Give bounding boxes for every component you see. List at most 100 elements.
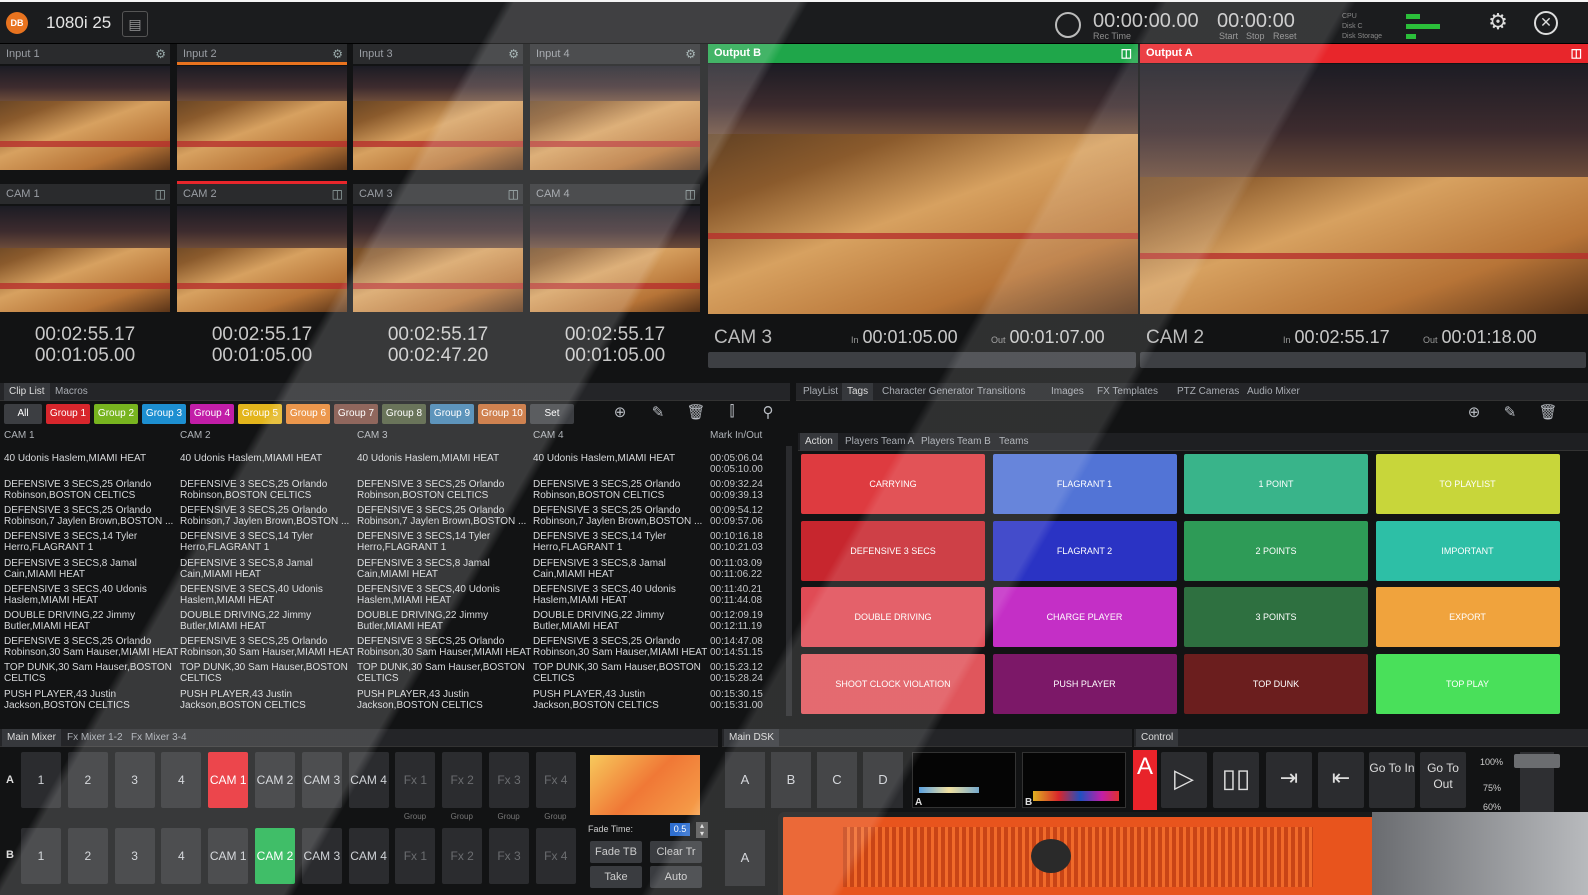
tag-button[interactable]: TO PLAYLIST [1375, 454, 1560, 514]
mixer-button[interactable]: Fx 1 [395, 828, 436, 884]
video-format[interactable]: 1080i 25 [46, 13, 111, 33]
tag-button[interactable]: SHOOT CLOCK VIOLATION [801, 653, 985, 714]
tag-button[interactable]: FLAGRANT 2 [992, 520, 1177, 581]
tag-button[interactable]: EXPORT [1375, 587, 1560, 647]
output-b-scrub-slider[interactable] [708, 352, 1136, 368]
mark-out-icon[interactable]: ⇤ [1318, 752, 1364, 808]
tag-button[interactable]: 1 POINT [1184, 454, 1368, 514]
clip-cell-line2[interactable]: Jackson,BOSTON CELTICS [533, 700, 707, 711]
clip-cell-line2[interactable]: Robinson,BOSTON CELTICS [180, 490, 354, 501]
mixer-button[interactable]: CAM 4 [348, 752, 389, 808]
tab-teams[interactable]: Teams [994, 433, 1033, 451]
clear-transition-button[interactable]: Clear Tr [650, 841, 702, 863]
trash-icon[interactable]: 🗑 [1536, 403, 1560, 421]
mark-in-icon[interactable]: ⇥ [1266, 752, 1312, 808]
stop-button[interactable]: Stop [1246, 31, 1265, 41]
tag-button[interactable]: 3 POINTS [1184, 587, 1368, 647]
tab-fx-templates[interactable]: FX Templates [1092, 383, 1163, 401]
clip-cell-line2[interactable]: Butler,MIAMI HEAT [4, 621, 178, 632]
gear-icon[interactable]: ⚙ [332, 44, 343, 64]
clip-cell[interactable]: TOP DUNK,30 Sam Hauser,BOSTON [533, 662, 707, 673]
tag-button[interactable]: TOP PLAY [1375, 653, 1560, 714]
clip-cell[interactable]: DEFENSIVE 3 SECS,14 Tyler [357, 531, 531, 542]
group-group-4[interactable]: Group 4 [190, 404, 234, 424]
trash-icon[interactable]: 🗑 [684, 403, 708, 421]
clip-cell[interactable]: PUSH PLAYER,43 Justin [4, 689, 178, 700]
clip-cell[interactable]: DEFENSIVE 3 SECS,25 Orlando [180, 636, 354, 647]
clip-cell[interactable]: 40 Udonis Haslem,MIAMI HEAT [357, 453, 531, 464]
clip-cell[interactable]: DEFENSIVE 3 SECS,40 Udonis [180, 584, 354, 595]
close-icon[interactable]: ✕ [1534, 11, 1558, 35]
record-button[interactable] [1055, 12, 1081, 38]
tag-button[interactable]: DOUBLE DRIVING [801, 587, 985, 647]
mixer-button[interactable]: Fx 3 [489, 828, 529, 884]
group-group-9[interactable]: Group 9 [430, 404, 474, 424]
gear-icon[interactable]: ⚙ [1484, 9, 1512, 35]
gear-icon[interactable]: ⚙ [155, 44, 166, 64]
clip-cell[interactable]: DEFENSIVE 3 SECS,14 Tyler [4, 531, 178, 542]
camera-icon[interactable]: ◫ [1571, 44, 1582, 63]
clip-cell[interactable]: 40 Udonis Haslem,MIAMI HEAT [180, 453, 354, 464]
clipboard-icon[interactable]: ▤ [122, 11, 148, 37]
mixer-button[interactable]: CAM 1 [208, 752, 249, 808]
group-group-7[interactable]: Group 7 [334, 404, 378, 424]
clip-cell[interactable]: DEFENSIVE 3 SECS,25 Orlando [180, 505, 354, 516]
tab-playlist[interactable]: PlayList [798, 383, 843, 401]
clip-cell-line2[interactable]: Herro,FLAGRANT 1 [357, 542, 531, 553]
clip-cell[interactable]: DEFENSIVE 3 SECS,8 Jamal [357, 558, 531, 569]
clip-cell-line2[interactable]: Herro,FLAGRANT 1 [533, 542, 707, 553]
clip-cell[interactable]: DEFENSIVE 3 SECS,8 Jamal [4, 558, 178, 569]
clip-cell[interactable]: DOUBLE DRIVING,22 Jimmy [533, 610, 707, 621]
clip-cell-line2[interactable]: Robinson,7 Jaylen Brown,BOSTON ... [4, 516, 178, 527]
search-icon[interactable]: ⚲ [756, 403, 780, 421]
mixer-button[interactable]: Fx 4 [535, 828, 576, 884]
clip-list-scrollbar[interactable] [786, 446, 792, 716]
add-icon[interactable]: ⊕ [608, 403, 632, 421]
camera-icon[interactable]: ◫ [508, 184, 519, 204]
clip-cell-line2[interactable]: Jackson,BOSTON CELTICS [357, 700, 531, 711]
tag-button[interactable]: FLAGRANT 1 [992, 454, 1177, 514]
clip-cell-line2[interactable]: Jackson,BOSTON CELTICS [180, 700, 354, 711]
tab-audio-mixer[interactable]: Audio Mixer [1242, 383, 1305, 401]
clip-cell[interactable]: DEFENSIVE 3 SECS,25 Orlando [533, 479, 707, 490]
clip-cell[interactable]: DEFENSIVE 3 SECS,25 Orlando [4, 636, 178, 647]
clip-cell-line2[interactable]: Herro,FLAGRANT 1 [4, 542, 178, 553]
mixer-button[interactable]: Fx 2 [442, 828, 483, 884]
clip-cell[interactable]: DEFENSIVE 3 SECS,25 Orlando [180, 479, 354, 490]
clip-cell-line2[interactable]: Robinson,BOSTON CELTICS [533, 490, 707, 501]
clip-cell[interactable]: DEFENSIVE 3 SECS,25 Orlando [357, 636, 531, 647]
mixer-button[interactable]: 2 [67, 828, 108, 884]
clip-cell[interactable]: PUSH PLAYER,43 Justin [357, 689, 531, 700]
clip-cell-line2[interactable]: Robinson,30 Sam Hauser,MIAMI HEAT [4, 647, 178, 658]
clip-cell-line2[interactable]: CELTICS [357, 673, 531, 684]
mixer-button[interactable]: 3 [114, 828, 155, 884]
mixer-button[interactable]: 1 [21, 752, 61, 808]
clip-cell[interactable]: DEFENSIVE 3 SECS,25 Orlando [533, 505, 707, 516]
control-title[interactable]: Control [1136, 729, 1179, 747]
clip-cell[interactable]: DEFENSIVE 3 SECS,40 Udonis [4, 584, 178, 595]
tab-main-mixer[interactable]: Main Mixer [2, 729, 61, 747]
tag-button[interactable]: CHARGE PLAYER [992, 587, 1177, 647]
clip-cell-line2[interactable]: Cain,MIAMI HEAT [180, 569, 354, 580]
clip-cell[interactable]: DEFENSIVE 3 SECS,8 Jamal [533, 558, 707, 569]
camera-icon[interactable]: ◫ [685, 184, 696, 204]
mixer-button[interactable]: Fx 3 [489, 752, 529, 808]
clip-cell[interactable]: DEFENSIVE 3 SECS,25 Orlando [357, 479, 531, 490]
dsk-button[interactable]: D [863, 752, 903, 808]
camera-icon[interactable]: ◫ [1121, 44, 1132, 63]
mixer-button[interactable]: 4 [161, 828, 202, 884]
mixer-button[interactable]: Fx 4 [535, 752, 576, 808]
tag-button[interactable]: PUSH PLAYER [992, 653, 1177, 714]
tab-ptz-cameras[interactable]: PTZ Cameras [1172, 383, 1244, 401]
clip-cell[interactable]: DOUBLE DRIVING,22 Jimmy [357, 610, 531, 621]
clip-cell[interactable]: DEFENSIVE 3 SECS,14 Tyler [180, 531, 354, 542]
tab-action[interactable]: Action [800, 433, 838, 451]
tab-character-generator[interactable]: Character Generator [877, 383, 979, 401]
tag-button[interactable]: TOP DUNK [1184, 653, 1368, 714]
clip-cell[interactable]: DOUBLE DRIVING,22 Jimmy [4, 610, 178, 621]
clip-cell-line2[interactable]: Haslem,MIAMI HEAT [533, 595, 707, 606]
clip-cell-line2[interactable]: CELTICS [4, 673, 178, 684]
tab-fx-mixer-1-2[interactable]: Fx Mixer 1-2 [62, 729, 128, 747]
tab-transitions[interactable]: Transitions [972, 383, 1031, 401]
speed-fader-handle[interactable] [1514, 754, 1560, 768]
